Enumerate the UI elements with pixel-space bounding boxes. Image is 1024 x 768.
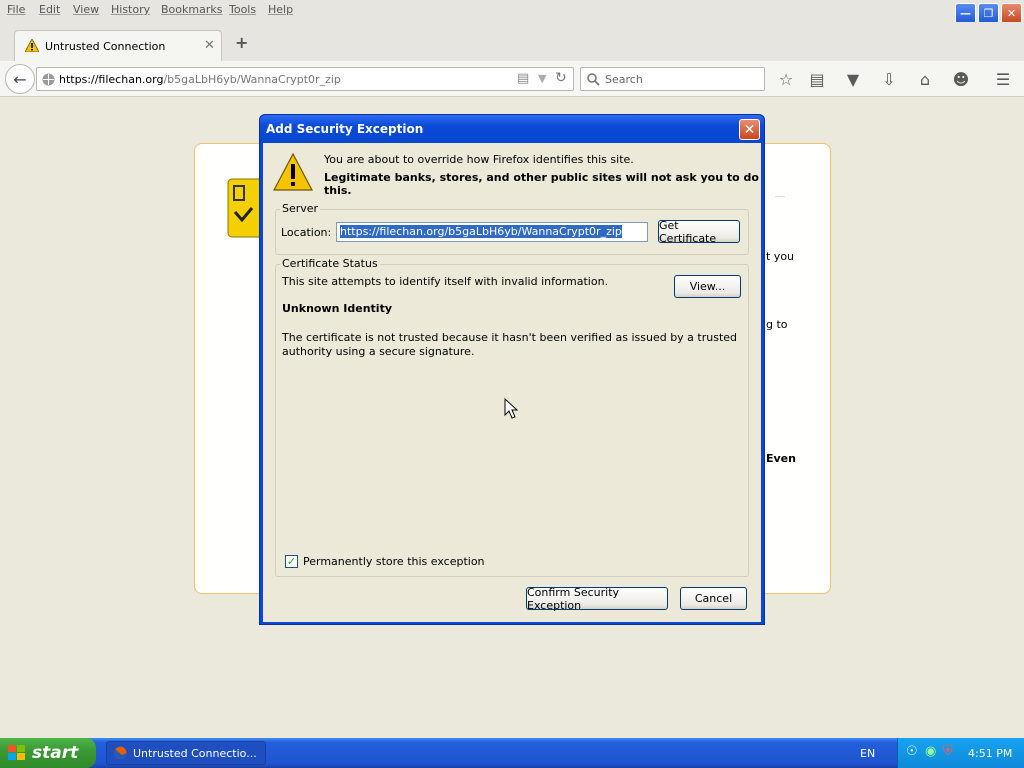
navigation-bar: ← https://filechan.org/b5gaLbH6yb/WannaC… — [0, 61, 1024, 97]
bookmark-star-icon[interactable]: ☆ — [776, 69, 796, 89]
download-icon[interactable]: ⇩ — [879, 69, 899, 89]
close-icon: ✕ — [743, 121, 756, 138]
text-fragment-1: t you — [766, 250, 795, 263]
dialog-title: Add Security Exception — [266, 122, 424, 136]
taskbar-item-label: Untrusted Connectio... — [133, 746, 257, 760]
security-icon[interactable]: ◉ — [925, 744, 936, 759]
location-value: https://filechan.org/b5gaLbH6yb/WannaCry… — [340, 225, 622, 238]
language-indicator[interactable]: EN — [860, 747, 875, 760]
url-text: https://filechan.org/b5gaLbH6yb/WannaCry… — [59, 73, 341, 86]
search-placeholder: Search — [605, 73, 643, 86]
url-bar[interactable]: https://filechan.org/b5gaLbH6yb/WannaCry… — [36, 67, 574, 91]
restore-button[interactable]: ❐ — [978, 3, 999, 24]
reload-icon[interactable]: ↻ — [555, 70, 567, 86]
start-button[interactable]: start — [0, 738, 96, 768]
view-button[interactable]: View... — [674, 275, 741, 298]
taskbar-item-firefox[interactable]: Untrusted Connectio... — [106, 741, 266, 765]
text-fragment-3: Even — [766, 452, 796, 465]
identity-text: The certificate is not trusted because i… — [282, 331, 738, 358]
menu-help[interactable]: Help — [268, 3, 293, 16]
network-icon[interactable]: ☉ — [906, 744, 918, 759]
permanent-checkbox[interactable]: ✓ — [285, 555, 298, 568]
pocket-icon[interactable]: ▼ — [843, 69, 863, 89]
menu-view[interactable]: View — [73, 3, 99, 16]
dropdown-arrow-icon[interactable]: ▼ — [538, 72, 546, 85]
menu-edit[interactable]: Edit — [39, 3, 60, 16]
shield-icon[interactable]: ⛨ — [943, 744, 953, 759]
certificate-status-legend: Certificate Status — [280, 257, 380, 270]
close-icon: ✕ — [1006, 7, 1017, 20]
hamburger-menu-icon[interactable]: ☰ — [993, 69, 1013, 89]
start-label: start — [32, 743, 79, 763]
warning-icon — [25, 39, 39, 52]
taskbar: start Untrusted Connectio... EN ☉ ◉ ⛨ 4:… — [0, 738, 1024, 768]
location-input[interactable]: https://filechan.org/b5gaLbH6yb/WannaCry… — [336, 222, 648, 242]
hello-smiley-icon[interactable]: ☻ — [951, 69, 971, 89]
minimize-button[interactable]: — — [955, 3, 976, 24]
cancel-button[interactable]: Cancel — [680, 587, 747, 610]
location-label: Location: — [281, 226, 332, 239]
warning-line-2: Legitimate banks, stores, and other publ… — [324, 171, 759, 197]
home-icon[interactable]: ⌂ — [915, 69, 935, 89]
minimize-icon: — — [960, 7, 971, 20]
certificate-status-groupbox: Certificate Status This site attempts to… — [275, 257, 749, 577]
system-tray: ☉ ◉ ⛨ 4:51 PM — [897, 738, 1024, 768]
menu-bookmarks[interactable]: Bookmarks — [161, 3, 222, 16]
tab-close-icon[interactable]: ✕ — [204, 38, 215, 53]
warning-line-1: You are about to override how Firefox id… — [324, 153, 634, 166]
tab-untrusted-connection[interactable]: Untrusted Connection ✕ — [14, 30, 222, 63]
get-certificate-button[interactable]: Get Certificate — [658, 219, 740, 245]
menu-tools[interactable]: Tools — [229, 3, 256, 16]
warning-icon — [273, 153, 313, 191]
checkmark-icon: ✓ — [286, 555, 297, 568]
dialog-close-button[interactable]: ✕ — [739, 119, 760, 140]
clock: 4:51 PM — [968, 747, 1013, 760]
mouse-cursor-icon — [504, 398, 518, 419]
restore-icon: ❐ — [983, 7, 994, 20]
menu-bar: File Edit View History Bookmarks Tools H… — [0, 0, 1024, 24]
text-fragment-2: g to — [766, 318, 788, 331]
search-bar[interactable]: Search — [580, 67, 765, 91]
dialog-body: You are about to override how Firefox id… — [263, 143, 761, 622]
firefox-icon — [113, 746, 127, 760]
add-security-exception-dialog: Add Security Exception ✕ You are about t… — [259, 114, 765, 625]
tab-title: Untrusted Connection — [45, 40, 166, 53]
window-close-button[interactable]: ✕ — [1001, 3, 1022, 24]
confirm-security-exception-button[interactable]: Confirm Security Exception — [526, 586, 668, 612]
server-legend: Server — [280, 202, 321, 215]
reader-view-icon[interactable]: ▤ — [517, 71, 529, 86]
search-icon — [587, 73, 600, 86]
back-arrow-icon: ← — [13, 69, 27, 89]
dialog-title-bar[interactable]: Add Security Exception — [260, 115, 764, 143]
server-groupbox: Server Location: https://filechan.org/b5… — [275, 202, 749, 255]
divider — [775, 196, 785, 197]
new-tab-icon[interactable]: + — [235, 33, 248, 52]
url-host: https://filechan.org — [59, 73, 164, 86]
globe-icon — [42, 73, 55, 86]
bookmarks-list-icon[interactable]: ▤ — [807, 69, 827, 89]
permanent-label[interactable]: Permanently store this exception — [303, 555, 485, 568]
url-path: /b5gaLbH6yb/WannaCrypt0r_zip — [163, 73, 341, 86]
windows-logo-icon — [8, 745, 25, 760]
identity-heading: Unknown Identity — [282, 302, 393, 315]
status-text: This site attempts to identify itself wi… — [282, 275, 609, 288]
back-button[interactable]: ← — [5, 64, 35, 94]
menu-file[interactable]: File — [7, 3, 25, 16]
tab-strip: Untrusted Connection ✕ + — [0, 22, 1024, 63]
menu-history[interactable]: History — [111, 3, 150, 16]
